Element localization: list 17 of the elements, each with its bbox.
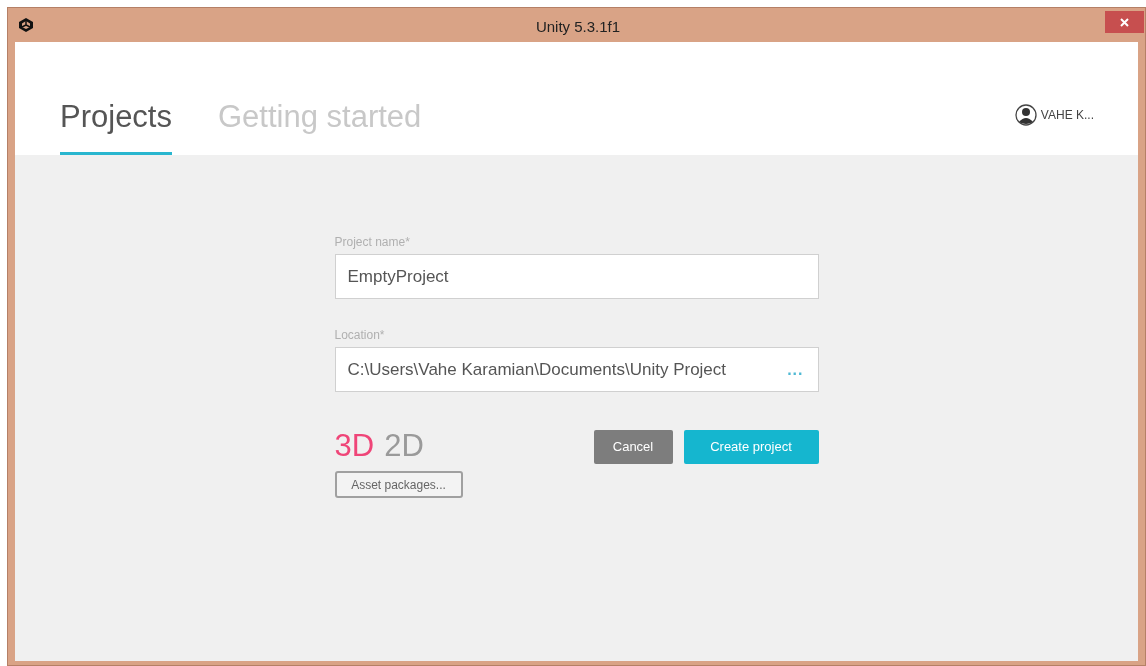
mode-toggle[interactable]: 2D xyxy=(384,430,424,461)
cancel-button[interactable]: Cancel xyxy=(593,430,673,464)
browse-button[interactable]: ... xyxy=(787,361,804,378)
user-avatar-icon[interactable] xyxy=(1014,104,1037,126)
asset-packages-button[interactable]: Asset packages... xyxy=(334,471,463,498)
field-label: Project name* xyxy=(334,234,411,251)
window-title: Unity 5.3.1f1 xyxy=(534,17,622,37)
unity-logo-icon[interactable] xyxy=(18,17,34,33)
input-field[interactable]: EmptyProject xyxy=(334,254,819,299)
field-label: Location* xyxy=(334,327,386,344)
close-icon xyxy=(1120,17,1129,27)
input-field[interactable]: C:\Users\Vahe Karamian\Documents\Unity Project ... xyxy=(334,347,819,392)
close-button[interactable] xyxy=(1105,11,1144,33)
mode-toggle[interactable]: 3D xyxy=(334,430,375,461)
create-project-button[interactable]: Create project xyxy=(683,430,819,464)
account-name[interactable]: VAHE K... xyxy=(1040,106,1094,124)
tab[interactable]: Projects xyxy=(60,101,172,155)
